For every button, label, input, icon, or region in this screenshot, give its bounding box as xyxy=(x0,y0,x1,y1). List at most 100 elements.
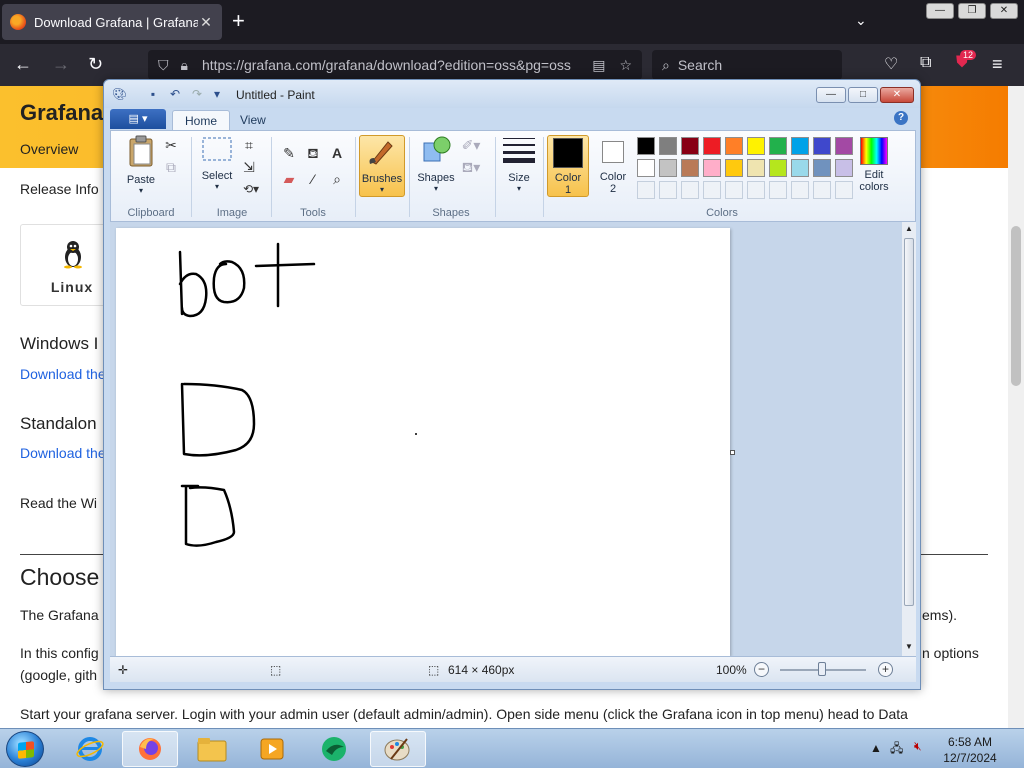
hamburger-menu-icon[interactable]: ≡ xyxy=(992,54,1003,75)
palette-swatch[interactable] xyxy=(681,159,699,177)
palette-swatch[interactable] xyxy=(637,137,655,155)
eraser-icon[interactable]: ▰ xyxy=(279,169,299,189)
volume-muted-icon[interactable]: 🔇︎ xyxy=(914,739,922,754)
palette-swatch[interactable] xyxy=(725,159,743,177)
search-box[interactable]: ⌕ Search xyxy=(652,50,842,80)
tab-home[interactable]: Home xyxy=(172,110,231,130)
resize-icon[interactable]: ⇲ xyxy=(239,157,259,177)
shapes-button[interactable]: Shapes ▾ xyxy=(413,135,459,193)
palette-swatch-custom-empty[interactable] xyxy=(681,181,699,199)
paint-close-button[interactable]: ✕ xyxy=(880,87,914,103)
taskbar-app-green[interactable] xyxy=(306,731,362,767)
palette-swatch-custom-empty[interactable] xyxy=(725,181,743,199)
taskbar-firefox[interactable] xyxy=(122,731,178,767)
nav-overview-link[interactable]: Overview xyxy=(20,141,78,157)
color-picker-icon[interactable]: ⁄ xyxy=(303,169,323,189)
back-arrow-icon[interactable]: ← xyxy=(14,54,32,75)
taskbar-clock[interactable]: 6:58 AM 12/7/2024 xyxy=(930,734,1010,766)
help-icon[interactable]: ? xyxy=(894,111,908,125)
palette-swatch[interactable] xyxy=(769,137,787,155)
pocket-icon[interactable]: ♡ xyxy=(884,54,898,74)
zoom-out-button[interactable]: − xyxy=(754,662,769,677)
brushes-button[interactable]: Brushes ▾ xyxy=(359,135,405,197)
rotate-icon[interactable]: ⟲▾ xyxy=(241,179,261,199)
forward-arrow-icon[interactable]: → xyxy=(52,54,70,75)
palette-swatch-custom-empty[interactable] xyxy=(703,181,721,199)
zoom-in-button[interactable]: + xyxy=(878,662,893,677)
canvas-resize-handle[interactable] xyxy=(730,450,735,455)
palette-swatch-custom-empty[interactable] xyxy=(659,181,677,199)
color2-button[interactable]: Color 2 xyxy=(593,135,633,195)
brushes-dropdown-icon[interactable]: ▾ xyxy=(360,185,404,194)
taskbar-internet-explorer[interactable] xyxy=(62,731,118,767)
palette-swatch[interactable] xyxy=(747,159,765,177)
palette-swatch[interactable] xyxy=(747,137,765,155)
outline-icon[interactable]: ✐▾ xyxy=(461,135,481,155)
palette-swatch-custom-empty[interactable] xyxy=(637,181,655,199)
palette-swatch[interactable] xyxy=(659,159,677,177)
palette-swatch[interactable] xyxy=(703,137,721,155)
scroll-down-icon[interactable]: ▼ xyxy=(905,642,913,651)
palette-swatch-custom-empty[interactable] xyxy=(813,181,831,199)
zoom-slider-thumb[interactable] xyxy=(818,662,826,676)
reload-icon[interactable]: ↻ xyxy=(88,54,103,75)
palette-swatch[interactable] xyxy=(791,137,809,155)
page-scrollbar-thumb[interactable] xyxy=(1011,226,1021,386)
paint-file-menu-button[interactable]: ▤ ▾ xyxy=(110,109,166,129)
reader-view-icon[interactable]: ▤ xyxy=(592,57,605,74)
start-button[interactable] xyxy=(6,731,44,767)
paint-app-icon[interactable]: 🎨︎ xyxy=(112,87,127,101)
canvas-vertical-scrollbar[interactable]: ▲ ▼ xyxy=(902,222,916,656)
drawing-canvas[interactable] xyxy=(116,228,730,656)
url-bar[interactable]: ⛉ 🔒︎ https://grafana.com/grafana/downloa… xyxy=(148,50,642,80)
show-hidden-icons-icon[interactable]: ▲ xyxy=(870,741,882,755)
paint-maximize-button[interactable]: □ xyxy=(848,87,878,103)
text-tool-icon[interactable]: A xyxy=(327,143,347,163)
palette-swatch[interactable] xyxy=(659,137,677,155)
close-window-button[interactable]: ✕ xyxy=(990,3,1018,19)
extensions-icon[interactable]: ⧉ xyxy=(920,54,931,72)
color1-button[interactable]: Color 1 xyxy=(547,135,589,197)
size-button[interactable]: Size ▾ xyxy=(499,135,539,193)
cut-icon[interactable]: ✂ xyxy=(161,135,181,155)
canvas-scrollbar-thumb[interactable] xyxy=(904,238,914,606)
paste-button[interactable]: Paste ▾ xyxy=(119,135,163,195)
network-icon[interactable]: 🖧︎ xyxy=(890,739,903,760)
palette-swatch[interactable] xyxy=(637,159,655,177)
bookmark-star-icon[interactable]: ☆ xyxy=(619,57,632,74)
release-info-link[interactable]: Release Info xyxy=(20,181,99,197)
lock-icon[interactable]: 🔒︎ xyxy=(181,57,188,74)
paint-title-bar[interactable]: 🎨︎ ▪ ↶ ↷ ▾ Untitled - Paint — □ ✕ xyxy=(104,80,920,108)
size-dropdown-icon[interactable]: ▾ xyxy=(499,184,539,193)
paint-minimize-button[interactable]: — xyxy=(816,87,846,103)
palette-swatch-custom-empty[interactable] xyxy=(769,181,787,199)
palette-swatch[interactable] xyxy=(791,159,809,177)
minimize-window-button[interactable]: — xyxy=(926,3,954,19)
paste-dropdown-icon[interactable]: ▾ xyxy=(119,186,163,195)
palette-swatch[interactable] xyxy=(813,137,831,155)
save-icon[interactable]: ▪ xyxy=(146,87,160,101)
customize-quick-access-icon[interactable]: ▾ xyxy=(210,87,224,101)
standalone-download-link[interactable]: Download the xyxy=(20,445,106,461)
shapes-dropdown-icon[interactable]: ▾ xyxy=(413,184,459,193)
chevron-down-icon[interactable]: ⌄ xyxy=(855,12,867,29)
palette-swatch[interactable] xyxy=(813,159,831,177)
taskbar-media-player[interactable] xyxy=(244,731,300,767)
undo-icon[interactable]: ↶ xyxy=(168,87,182,101)
page-scrollbar[interactable] xyxy=(1008,86,1024,728)
palette-swatch-custom-empty[interactable] xyxy=(747,181,765,199)
windows-download-link[interactable]: Download the xyxy=(20,366,106,382)
pencil-icon[interactable]: ✎ xyxy=(279,143,299,163)
fill-icon[interactable]: ⛾▾ xyxy=(461,157,481,177)
scroll-up-icon[interactable]: ▲ xyxy=(905,224,913,233)
redo-icon[interactable]: ↷ xyxy=(190,87,204,101)
taskbar-file-explorer[interactable] xyxy=(184,731,240,767)
select-button[interactable]: Select ▾ xyxy=(195,135,239,191)
palette-swatch[interactable] xyxy=(769,159,787,177)
edit-colors-button[interactable]: Edit colors xyxy=(851,135,897,193)
url-text[interactable]: https://grafana.com/grafana/download?edi… xyxy=(202,57,592,73)
taskbar-paint[interactable] xyxy=(370,731,426,767)
palette-swatch[interactable] xyxy=(681,137,699,155)
palette-swatch[interactable] xyxy=(703,159,721,177)
close-tab-icon[interactable]: ✕ xyxy=(198,14,214,31)
